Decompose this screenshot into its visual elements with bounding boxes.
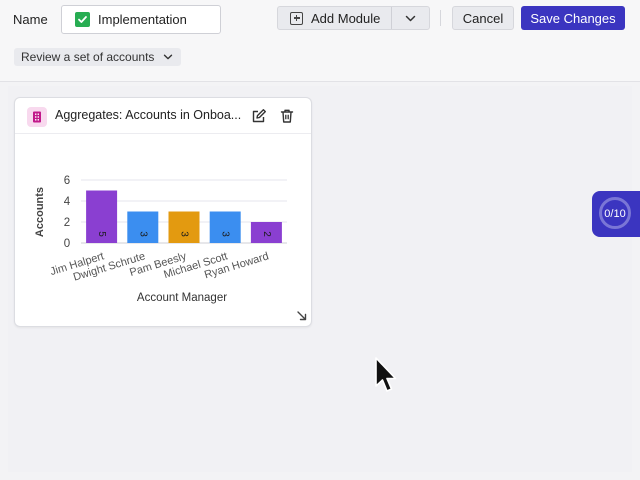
name-field[interactable]: Implementation	[61, 5, 221, 34]
add-module-label: Add Module	[311, 10, 381, 26]
bar-chart: 02465Jim Halpert3Dwight Schrute3Pam Bees…	[34, 175, 287, 304]
bar-data-label: 3	[137, 231, 148, 237]
y-tick-label: 6	[64, 175, 70, 187]
bar-data-label: 2	[261, 231, 272, 237]
bar-data-label: 5	[96, 231, 107, 237]
bar-data-label: 3	[179, 231, 190, 237]
name-value: Implementation	[98, 12, 187, 27]
bar[interactable]	[127, 211, 159, 244]
cancel-button[interactable]: Cancel	[452, 6, 514, 30]
resize-handle-icon[interactable]	[296, 310, 308, 322]
bar-data-label: 3	[220, 231, 231, 237]
bar[interactable]	[209, 211, 241, 244]
y-tick-label: 4	[64, 196, 71, 208]
x-axis-label: Account Manager	[137, 292, 227, 304]
add-module-button[interactable]: Add Module	[278, 7, 393, 29]
aggregate-module-card: Aggregates: Accounts in Onboa... 0 2 4 6 5 Ji…	[14, 97, 312, 327]
y-tick-label: 2	[64, 217, 70, 229]
mouse-cursor-icon	[375, 357, 397, 392]
chevron-down-icon	[406, 15, 416, 21]
bar[interactable]	[168, 211, 200, 244]
dataset-select[interactable]: Review a set of accounts	[14, 48, 182, 66]
toolbar-divider	[440, 10, 441, 26]
add-module-dropdown-button[interactable]	[392, 7, 429, 29]
top-bar: Name Implementation Add Module Cancel Sa…	[0, 0, 640, 82]
add-module-group: Add Module	[277, 6, 431, 30]
dataset-select-label: Review a set of accounts	[21, 50, 155, 64]
chevron-down-icon	[163, 54, 173, 60]
y-tick-label: 0	[64, 238, 70, 250]
plus-icon	[290, 11, 303, 25]
y-axis-label: Accounts	[34, 187, 46, 237]
progress-indicator[interactable]: 0/10	[592, 191, 640, 237]
save-changes-button[interactable]: Save Changes	[521, 6, 625, 30]
check-icon	[75, 12, 90, 27]
name-label: Name	[13, 12, 48, 27]
progress-text: 0/10	[604, 208, 626, 220]
